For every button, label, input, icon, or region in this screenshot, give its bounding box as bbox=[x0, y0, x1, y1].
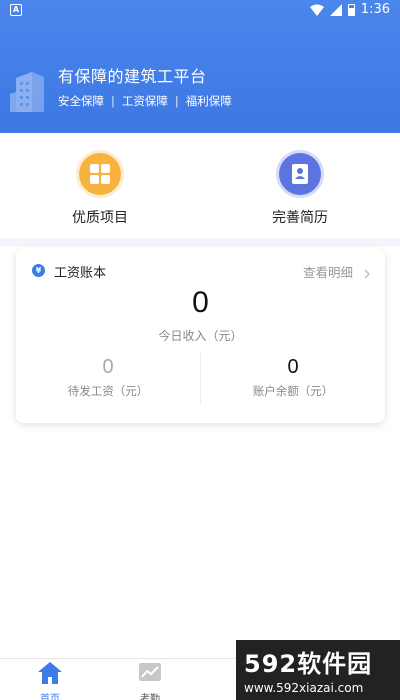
watermark-text: 软件园 bbox=[297, 650, 373, 678]
complete-resume-label: 完善简历 bbox=[272, 210, 328, 226]
watermark-number: 592 bbox=[244, 650, 298, 678]
app-notification-icon: A bbox=[10, 4, 22, 16]
platform-slogan: 有保障的建筑工平台 bbox=[58, 67, 207, 86]
quick-actions: 优质项目 完善简历 bbox=[0, 133, 400, 238]
card-title: 工资账本 bbox=[54, 266, 107, 281]
site-watermark: 592软件园 www.592xiazai.com bbox=[236, 640, 400, 700]
feature-separator: | bbox=[174, 94, 179, 108]
section-divider bbox=[0, 238, 400, 246]
nav-attendance-label: 考勤 bbox=[140, 694, 160, 700]
home-icon bbox=[38, 662, 62, 684]
attendance-chart-icon bbox=[139, 663, 161, 681]
feature-separator: | bbox=[111, 94, 115, 108]
account-balance-value: 0 bbox=[287, 356, 299, 378]
yen-icon: ¥ bbox=[32, 264, 45, 277]
quality-projects-button[interactable]: 优质项目 bbox=[40, 153, 160, 227]
feature-safety: 安全保障 bbox=[58, 94, 104, 108]
grid-icon bbox=[79, 153, 121, 195]
status-bar: A 1:36 bbox=[0, 0, 400, 22]
building-icon bbox=[10, 72, 44, 112]
feature-wage: 工资保障 bbox=[121, 94, 168, 108]
watermark-url: www.592xiazai.com bbox=[244, 681, 364, 695]
feature-list: 安全保障 | 工资保障 | 福利保障 bbox=[58, 93, 232, 109]
salary-ledger-card: ¥ 工资账本 查看明细 0 今日收入（元） 0 待发工资（元） 0 账户余额（元… bbox=[16, 248, 385, 423]
resume-icon bbox=[279, 153, 321, 195]
account-balance-stat[interactable]: 0 账户余额（元） bbox=[201, 356, 385, 399]
complete-resume-button[interactable]: 完善简历 bbox=[240, 153, 360, 227]
nav-home[interactable]: 首页 bbox=[20, 661, 80, 700]
nav-attendance[interactable]: 考勤 bbox=[120, 661, 180, 700]
quality-projects-label: 优质项目 bbox=[72, 210, 128, 226]
wifi-icon bbox=[309, 4, 324, 16]
nav-home-label: 首页 bbox=[40, 694, 60, 700]
pending-wage-value: 0 bbox=[102, 356, 114, 378]
account-balance-label: 账户余额（元） bbox=[252, 384, 334, 398]
today-income-label: 今日收入（元） bbox=[158, 329, 243, 343]
pending-wage-label: 待发工资（元） bbox=[67, 384, 149, 398]
pending-wage-stat[interactable]: 0 待发工资（元） bbox=[16, 356, 200, 399]
status-time: 1:36 bbox=[360, 2, 390, 17]
feature-welfare: 福利保障 bbox=[185, 94, 232, 108]
chevron-right-icon bbox=[364, 269, 370, 278]
battery-icon bbox=[347, 3, 355, 16]
view-details-label: 查看明细 bbox=[303, 265, 354, 280]
header-banner: A 1:36 有保障的建筑工平台 安全保障 | 工资保障 | 福利保障 bbox=[0, 0, 400, 133]
view-details-link[interactable]: 查看明细 bbox=[303, 262, 371, 281]
today-income-value: 0 bbox=[192, 286, 209, 319]
signal-icon bbox=[329, 3, 342, 16]
